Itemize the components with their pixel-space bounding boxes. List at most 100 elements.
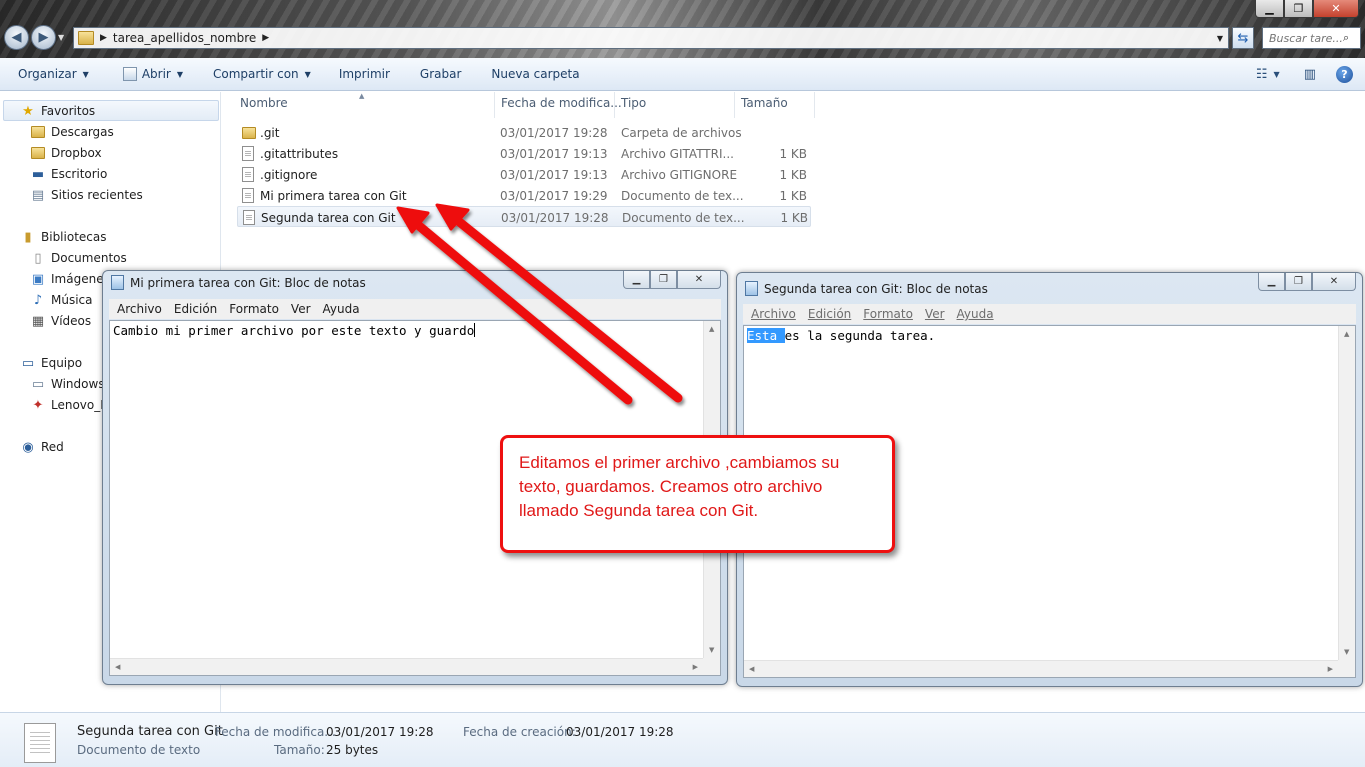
breadcrumb-path[interactable]: tarea_apellidos_nombre xyxy=(113,31,256,45)
chevron-down-icon[interactable]: ▼ xyxy=(1274,70,1280,79)
file-row[interactable]: .git 03/01/2017 19:28 Carpeta de archivo… xyxy=(237,122,811,143)
minimize-button[interactable]: ▁ xyxy=(623,271,650,289)
nav-downloads[interactable]: Descargas xyxy=(30,124,114,140)
nav-music[interactable]: ♪ Música xyxy=(30,292,93,308)
details-file-name: Segunda tarea con Git xyxy=(77,724,223,739)
nav-drive-c[interactable]: ▭ Windows7 xyxy=(30,376,112,392)
back-button[interactable]: ◀ xyxy=(4,25,29,50)
minimize-button[interactable]: ▁ xyxy=(1255,0,1284,18)
file-row[interactable]: .gitignore 03/01/2017 19:13 Archivo GITI… xyxy=(237,164,811,185)
scroll-down-icon[interactable]: ▼ xyxy=(709,646,714,654)
minimize-button[interactable]: ▁ xyxy=(1258,273,1285,291)
maximize-button[interactable]: ❐ xyxy=(650,271,677,289)
text-file-icon xyxy=(242,188,254,203)
column-header-size[interactable]: Tamaño xyxy=(741,96,788,110)
close-button[interactable]: ✕ xyxy=(1312,273,1356,291)
print-label: Imprimir xyxy=(338,67,390,81)
scroll-right-icon[interactable]: ▶ xyxy=(1328,665,1333,673)
nav-recent[interactable]: ▤ Sitios recientes xyxy=(30,187,143,203)
view-options-icon[interactable]: ☷ xyxy=(1256,67,1268,82)
nav-images[interactable]: ▣ Imágenes xyxy=(30,271,110,287)
file-type: Archivo GITATTRI... xyxy=(621,147,734,161)
nav-network[interactable]: ◉ Red xyxy=(20,439,63,455)
file-row[interactable]: .gitattributes 03/01/2017 19:13 Archivo … xyxy=(237,143,811,164)
column-separator[interactable] xyxy=(734,92,735,118)
new-folder-button[interactable]: Nueva carpeta xyxy=(491,67,579,81)
menu-edicion[interactable]: Edición xyxy=(808,307,851,321)
nav-label: Documentos xyxy=(51,251,127,265)
open-button[interactable]: Abrir ▼ xyxy=(122,67,183,81)
help-button[interactable]: ? xyxy=(1336,65,1353,83)
close-button[interactable]: ✕ xyxy=(1313,0,1359,18)
chevron-down-icon: ▼ xyxy=(304,69,311,79)
menu-archivo[interactable]: Archivo xyxy=(751,307,796,321)
column-separator[interactable] xyxy=(614,92,615,118)
nav-desktop[interactable]: ▬ Escritorio xyxy=(30,166,108,182)
nav-favorites[interactable]: ★ Favoritos xyxy=(20,103,95,119)
preview-pane-icon[interactable]: ▥ xyxy=(1304,67,1316,82)
forward-button[interactable]: ▶ xyxy=(31,25,56,50)
scroll-left-icon[interactable]: ◀ xyxy=(115,663,120,671)
nav-label: Vídeos xyxy=(51,314,92,328)
breadcrumb-arrow-icon[interactable]: ▶ xyxy=(262,33,269,43)
refresh-button[interactable]: ⇆ xyxy=(1232,27,1254,49)
nav-libraries[interactable]: ▮ Bibliotecas xyxy=(20,229,106,245)
recent-pages-dropdown[interactable]: ▼ xyxy=(58,25,68,50)
notepad-icon xyxy=(111,275,124,290)
scroll-up-icon[interactable]: ▲ xyxy=(709,325,714,333)
file-date: 03/01/2017 19:13 xyxy=(500,168,608,182)
column-header-type[interactable]: Tipo xyxy=(621,96,646,110)
maximize-button[interactable]: ❐ xyxy=(1285,273,1312,291)
nav-videos[interactable]: ▦ Vídeos xyxy=(30,313,91,329)
scroll-left-icon[interactable]: ◀ xyxy=(749,665,754,673)
editor-content[interactable]: Esta es la segunda tarea. xyxy=(747,328,935,343)
menu-edicion[interactable]: Edición xyxy=(174,302,217,316)
column-separator[interactable] xyxy=(814,92,815,118)
horizontal-scrollbar[interactable]: ◀ ▶ xyxy=(110,658,703,675)
scrollbar-corner xyxy=(703,658,720,675)
close-button[interactable]: ✕ xyxy=(677,271,721,289)
nav-label: Música xyxy=(51,293,93,307)
menu-archivo[interactable]: Archivo xyxy=(117,302,162,316)
file-type: Carpeta de archivos xyxy=(621,126,742,140)
music-icon: ♪ xyxy=(33,292,43,308)
organize-label: Organizar xyxy=(18,67,77,81)
menu-ayuda[interactable]: Ayuda xyxy=(957,307,994,321)
nav-computer[interactable]: ▭ Equipo xyxy=(20,355,82,371)
print-button[interactable]: Imprimir xyxy=(339,67,390,81)
vertical-scrollbar[interactable]: ▲ ▼ xyxy=(1338,326,1355,660)
breadcrumb-arrow-icon[interactable]: ▶ xyxy=(100,33,107,43)
horizontal-scrollbar[interactable]: ◀ ▶ xyxy=(744,660,1338,677)
menu-ver[interactable]: Ver xyxy=(291,302,311,316)
menu-ayuda[interactable]: Ayuda xyxy=(323,302,360,316)
address-bar[interactable]: ▶ tarea_apellidos_nombre ▶ ▼ xyxy=(73,27,1229,49)
details-created-label: Fecha de creación: xyxy=(463,725,576,739)
menu-formato[interactable]: Formato xyxy=(863,307,913,321)
menu-formato[interactable]: Formato xyxy=(229,302,279,316)
share-button[interactable]: Compartir con ▼ xyxy=(213,67,311,81)
file-row[interactable]: Mi primera tarea con Git 03/01/2017 19:2… xyxy=(237,185,811,206)
menu-ver[interactable]: Ver xyxy=(925,307,945,321)
burn-button[interactable]: Grabar xyxy=(420,67,462,81)
address-dropdown-icon[interactable]: ▼ xyxy=(1212,34,1228,43)
scroll-down-icon[interactable]: ▼ xyxy=(1344,648,1349,656)
star-icon: ★ xyxy=(22,103,34,119)
search-input[interactable] xyxy=(1269,31,1343,45)
column-header-date[interactable]: Fecha de modifica... xyxy=(501,96,622,110)
nav-documents[interactable]: ▯ Documentos xyxy=(30,250,127,266)
details-size-label: Tamaño: xyxy=(274,743,325,757)
column-header-name[interactable]: Nombre xyxy=(240,96,288,110)
file-row-selected[interactable]: Segunda tarea con Git 03/01/2017 19:28 D… xyxy=(237,206,811,227)
maximize-button[interactable]: ❐ xyxy=(1284,0,1313,18)
window-controls: ▁ ❐ ✕ xyxy=(623,271,721,289)
nav-drive-d[interactable]: ✦ Lenovo_R xyxy=(30,397,109,413)
column-separator[interactable] xyxy=(494,92,495,118)
search-icon[interactable]: ⌕ xyxy=(1343,31,1349,45)
nav-dropbox[interactable]: Dropbox xyxy=(30,145,102,161)
scroll-right-icon[interactable]: ▶ xyxy=(693,663,698,671)
editor-content[interactable]: Cambio mi primer archivo por este texto … xyxy=(113,323,476,338)
scrollbar-corner xyxy=(1338,660,1355,677)
organize-button[interactable]: Organizar ▼ xyxy=(18,67,89,81)
file-name: .gitignore xyxy=(260,168,318,182)
scroll-up-icon[interactable]: ▲ xyxy=(1344,330,1349,338)
